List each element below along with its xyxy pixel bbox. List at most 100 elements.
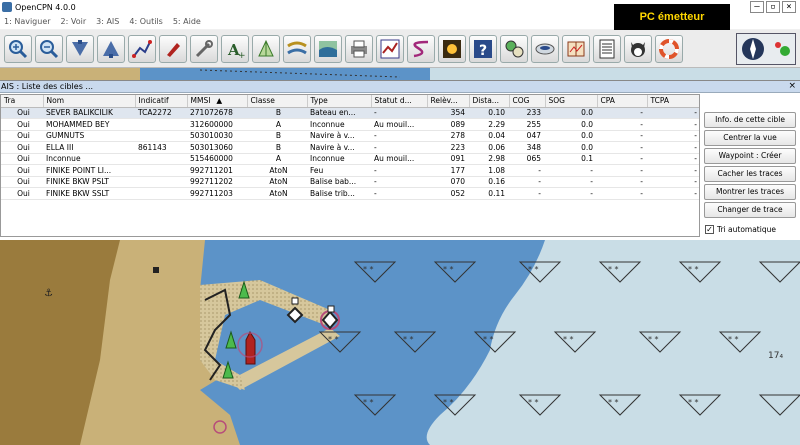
- menu-outils[interactable]: 4: Outils: [129, 17, 162, 26]
- table-cell: -: [647, 130, 699, 142]
- column-header-5[interactable]: Type: [307, 95, 372, 108]
- scale-in-icon[interactable]: [66, 35, 94, 63]
- table-cell: 0.16: [469, 176, 509, 188]
- text-icon[interactable]: A +: [221, 35, 249, 63]
- lifebuoy-icon[interactable]: [655, 35, 683, 63]
- ais-target-list-panel: AIS : Liste des cibles ... × Tra Nom Indic…: [0, 80, 800, 240]
- dashboard-icon[interactable]: [500, 35, 528, 63]
- list-icon[interactable]: [593, 35, 621, 63]
- dog-icon[interactable]: [624, 35, 652, 63]
- table-cell: Balise bab...: [307, 176, 371, 188]
- table-cell: -: [597, 187, 647, 200]
- auto-sort-checkbox[interactable]: ✓: [705, 225, 714, 234]
- table-cell: [135, 130, 187, 142]
- table-cell: 278: [427, 130, 469, 142]
- zoom-out-icon[interactable]: [35, 35, 63, 63]
- help-icon[interactable]: ?: [469, 35, 497, 63]
- show-tracks-button[interactable]: Montrer les traces: [704, 184, 796, 200]
- chart-book-icon[interactable]: [562, 35, 590, 63]
- menu-ais[interactable]: 3: AIS: [96, 17, 119, 26]
- compass-status-panel[interactable]: [736, 33, 796, 65]
- scale-out-icon[interactable]: [97, 35, 125, 63]
- gps-status-icon: [775, 42, 790, 56]
- tide-icon[interactable]: [252, 35, 280, 63]
- svg-text:* *: * *: [608, 265, 619, 274]
- column-header-6[interactable]: Statut d...: [371, 95, 428, 108]
- current-icon[interactable]: [283, 35, 311, 63]
- colors-icon[interactable]: [438, 35, 466, 63]
- table-cell: -: [545, 176, 597, 188]
- menu-voir[interactable]: 2: Voir: [61, 17, 87, 26]
- column-header-1[interactable]: Nom: [43, 95, 136, 108]
- svg-text:* *: * *: [528, 398, 539, 407]
- table-cell: 052: [427, 187, 469, 200]
- column-header-2[interactable]: Indicatif: [135, 95, 188, 108]
- table-cell: -: [509, 164, 545, 177]
- table-cell: FINIKE BKW SSLT: [43, 187, 135, 200]
- close-button[interactable]: ×: [782, 1, 796, 13]
- chart-icon[interactable]: [314, 35, 342, 63]
- target-info-button[interactable]: Info. de cette cible: [704, 112, 796, 128]
- table-cell: AtoN: [247, 164, 307, 177]
- center-view-button[interactable]: Centrer la vue: [704, 130, 796, 146]
- table-cell: AtoN: [247, 176, 307, 188]
- column-header-4[interactable]: Classe: [247, 95, 308, 108]
- table-row[interactable]: Oui MOHAMMED BEY 312600000 A Inconnue Au moui…: [1, 118, 699, 131]
- table-cell: 0.0: [545, 118, 597, 131]
- table-cell: -: [371, 187, 427, 200]
- table-cell: B: [247, 141, 307, 154]
- table-cell: 354: [427, 107, 469, 119]
- table-cell: Oui: [1, 153, 43, 165]
- column-header-10[interactable]: SOG: [545, 95, 598, 108]
- table-cell: -: [647, 176, 699, 188]
- ais-boat-icon[interactable]: [159, 35, 187, 63]
- column-header-9[interactable]: COG: [509, 95, 546, 108]
- column-header-8[interactable]: Dista...: [469, 95, 510, 108]
- table-cell: 091: [427, 153, 469, 165]
- table-cell: Inconnue: [43, 153, 135, 165]
- table-row[interactable]: Oui FINIKE BKW SSLT 992711203 AtoN Balise tr…: [1, 187, 699, 200]
- svg-text:* *: * *: [483, 335, 494, 344]
- table-cell: 0.04: [469, 130, 509, 142]
- create-waypoint-button[interactable]: Waypoint : Créer: [704, 148, 796, 164]
- zoom-in-icon[interactable]: [4, 35, 32, 63]
- settings-wrench-icon[interactable]: [190, 35, 218, 63]
- app-icon: [2, 2, 12, 12]
- menu-naviguer[interactable]: 1: Naviguer: [4, 17, 51, 26]
- route-icon[interactable]: [128, 35, 156, 63]
- column-header-3[interactable]: MMSI ▲: [187, 95, 248, 108]
- table-cell: ELLA III: [43, 141, 135, 154]
- ais-panel-close-icon[interactable]: ×: [788, 82, 796, 91]
- table-cell: Oui: [1, 130, 43, 142]
- column-header-7[interactable]: Relèv...: [427, 95, 470, 108]
- print-icon[interactable]: [345, 35, 373, 63]
- svg-text:* *: * *: [403, 335, 414, 344]
- table-row[interactable]: Oui Inconnue 515460000 A Inconnue Au mouil...…: [1, 153, 699, 165]
- table-row[interactable]: Oui FINIKE BKW PSLT 992711202 AtoN Balise ba…: [1, 176, 699, 188]
- table-row[interactable]: Oui SEVER BALIKCILIK TCA2272 271072678 B Bate…: [1, 107, 699, 119]
- svg-text:* *: * *: [363, 398, 374, 407]
- svg-text:* *: * *: [688, 265, 699, 274]
- leg-icon[interactable]: [407, 35, 435, 63]
- table-row[interactable]: Oui GUMNUTS 503010030 B Navire à v... -278 0.0…: [1, 130, 699, 142]
- svg-text:* *: * *: [443, 398, 454, 407]
- table-cell: -: [647, 164, 699, 177]
- table-cell: Navire à v...: [307, 141, 371, 154]
- table-cell: Inconnue: [307, 118, 371, 131]
- nautical-chart-canvas[interactable]: ⚓ * * * * * * * * * * * * * * * * * * * …: [0, 240, 800, 445]
- satellite-icon[interactable]: [531, 35, 559, 63]
- track-icon[interactable]: [376, 35, 404, 63]
- sort-ascending-icon: ▲: [216, 96, 223, 106]
- table-cell: [135, 153, 187, 165]
- change-track-button[interactable]: Changer de trace: [704, 202, 796, 218]
- table-cell: 348: [509, 141, 545, 154]
- column-header-11[interactable]: CPA: [597, 95, 648, 108]
- menu-aide[interactable]: 5: Aide: [173, 17, 201, 26]
- column-header-0[interactable]: Tra: [1, 95, 44, 108]
- table-row[interactable]: Oui ELLA III 861143 503013060 B Navire à v...…: [1, 141, 699, 154]
- table-row[interactable]: Oui FINIKE POINT LI... 992711201 AtoN Feu -17…: [1, 164, 699, 177]
- restore-button[interactable]: ▫: [766, 1, 780, 13]
- column-header-12[interactable]: TCPA: [647, 95, 699, 108]
- minimize-button[interactable]: –: [750, 1, 764, 13]
- hide-tracks-button[interactable]: Cacher les traces: [704, 166, 796, 182]
